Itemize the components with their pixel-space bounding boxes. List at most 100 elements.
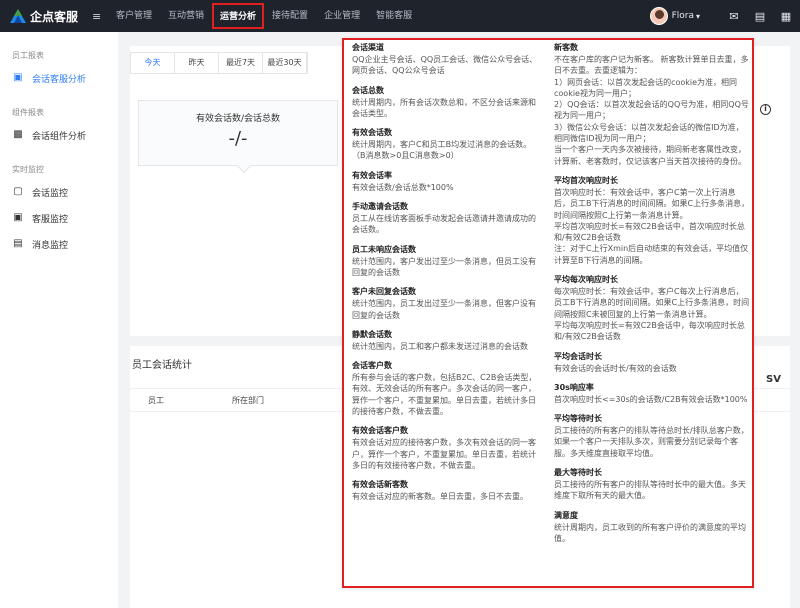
sidebar-item-agent-monitor[interactable]: ▣ 客服监控 [0, 205, 118, 231]
sidebar-group-staff-report: 员工报表 [12, 51, 44, 60]
definition-title: 平均会话时长 [554, 351, 602, 361]
message-icon: ▤ [13, 238, 23, 249]
column-header-department[interactable]: 所在部门 [232, 395, 264, 406]
sidebar-item-label: 会话监控 [32, 188, 69, 199]
definition-entry: 平均首次响应时长首次响应时长：有效会话中，客户C第一次上行消息后，员工B下行消息… [554, 175, 750, 266]
definition-text: 统计周期内，员工收到的所有客户评价的满意度的平均值。 [554, 522, 746, 543]
sidebar-item-label: 会话客服分析 [32, 74, 87, 85]
definitions-left-column: 会话渠道 QQ企业主号会话、QQ员工会话、微信公众号会话、网页会话、QQ公众号会话… [352, 42, 542, 511]
user-card-icon: ▣ [13, 212, 23, 223]
metric-pointer [236, 158, 252, 174]
sidebar-item-component-analysis[interactable]: ▩ 会话组件分析 [0, 122, 118, 148]
definition-entry: 平均每次响应时长 每次响应时长：有效会话中，客户C每次上行消息后，员工B下行消息的… [554, 274, 750, 342]
definition-text: 员工从在线访客面板手动发起会话邀请并邀请成功的会话数。 [352, 214, 536, 235]
definition-text: 员工接待的所有客户的排队等待时长中的最大值。多天维度下取所有天的最大值。 [554, 480, 746, 501]
definition-title: 30s响应率 [554, 382, 594, 392]
definition-title: 平均首次响应时长 [554, 175, 618, 185]
tab-last-30-days[interactable]: 最近30天 [263, 53, 307, 73]
definition-text: 首次响应时长：有效会话中，客户C第一次上行消息后，员工B下行消息的时间间隔。如果… [554, 187, 750, 265]
nav-smart-service[interactable]: 智能客服 [368, 0, 420, 32]
definition-entry: 会话总数 统计周期内，所有会话次数总和，不区分会话来源和会话类型。 [352, 85, 542, 120]
book-icon[interactable]: ▤ [754, 10, 766, 23]
definition-title: 有效会话客户数 [352, 426, 408, 436]
definition-entry: 平均会话时长有效会话的会话时长/有效的会话数 [554, 351, 750, 374]
section-title: 员工会话统计 [132, 360, 192, 371]
definition-title: 客户未回复会话数 [352, 287, 416, 297]
definition-title: 有效会话率 [352, 170, 392, 180]
logo-text: 企点客服 [30, 9, 79, 24]
metric-definitions-popover: 会话渠道 QQ企业主号会话、QQ员工会话、微信公众号会话、网页会话、QQ公众号会话… [342, 38, 754, 588]
definition-entry: 有效会话数统计周期内，客户C和员工B均发过消息的会话数。 （B消息数>0且C消息… [352, 127, 542, 162]
monitor-chart-icon: ▣ [13, 72, 23, 83]
component-icon: ▩ [13, 129, 23, 140]
nav-reception-config[interactable]: 接待配置 [264, 0, 316, 32]
definition-text: 首次响应时长<=30s的会话数/C2B有效会话数*100% [554, 394, 748, 404]
definition-title: 最大等待时长 [554, 468, 602, 478]
definition-text: 有效会话对应的新客数。单日去重，多日不去重。 [352, 492, 528, 502]
definition-text: 统计范围内，客户发出过至少一条消息，但员工没有回复的会话数 [352, 256, 536, 277]
definition-entry: 新客数不在客户库的客户记为新客。 新客数计算单日去重，多日不去重。去重逻辑为： … [554, 42, 750, 167]
avatar[interactable] [649, 7, 668, 25]
top-navigation-bar: 企点客服 ≡ 客户管理 互动营销 运营分析 接待配置 企业管理 智能客服 Flo… [0, 0, 800, 32]
nav-operation-analysis[interactable]: 运营分析 [212, 3, 265, 29]
nav-interactive-marketing[interactable]: 互动营销 [160, 0, 212, 32]
metric-value: -/- [228, 128, 248, 149]
definition-text: 有效会话对应的接待客户数，多次有效会话的同一客户，算作一个客户，不重复累加。单日… [352, 438, 536, 470]
sidebar-item-label: 客服监控 [32, 214, 69, 225]
definition-text: 所有参与会话的客户数，包括B2C、C2B会话类型，有效、无效会话的所有客户。多次… [352, 373, 537, 417]
sidebar-item-message-monitor[interactable]: ▤ 消息监控 [0, 231, 118, 257]
export-csv-button[interactable]: SV [766, 374, 781, 385]
sidebar-item-session-analysis[interactable]: ▣ 会话客服分析 [0, 65, 118, 91]
definition-text: 有效会话的会话时长/有效的会话数 [554, 363, 677, 373]
tab-today[interactable]: 今天 [131, 53, 175, 73]
sidebar-item-session-monitor[interactable]: ▢ 会话监控 [0, 179, 118, 205]
definition-entry: 平均等待时长 员工接待的所有客户的排队等待总时长/排队总客户数，如果一个客户一天排… [554, 413, 750, 459]
definition-entry: 静默会话数 统计范围内，员工和客户都未发送过消息的会话数 [352, 329, 542, 352]
definition-text: 每次响应时长：有效会话中，客户C每次上行消息后，员工B下行消息的时间间隔。如果C… [554, 287, 750, 342]
hamburger-menu-icon[interactable]: ≡ [92, 10, 108, 23]
metric-valid-sessions[interactable]: 有效会话数/会话总数 -/- [138, 100, 338, 174]
definition-text: 统计周期内，所有会话次数总和，不区分会话来源和会话类型。 [352, 97, 536, 118]
definition-entry: 最大等待时长员工接待的所有客户的排队等待时长中的最大值。多天维度下取所有天的最大… [554, 467, 750, 502]
definition-text: 有效会话数/会话总数*100% [352, 182, 454, 192]
definition-entry: 有效会话新客数有效会话对应的新客数。单日去重，多日不去重。 [352, 479, 542, 502]
definition-title: 会话渠道 [352, 43, 384, 52]
user-area: Flora ▾ ✉ ▤ ▦ [649, 0, 792, 32]
definition-entry: 员工未响应会话数 统计范围内，客户发出过至少一条消息，但员工没有回复的会话数 [352, 244, 542, 279]
definition-text: 统计范围内，员工和客户都未发送过消息的会话数 [352, 341, 528, 351]
mail-icon[interactable]: ✉ [728, 10, 740, 23]
metric-label: 有效会话数/会话总数 [195, 114, 281, 124]
date-range-tabs: 今天 昨天 最近7天 最近30天 [130, 52, 308, 74]
nav-customer-management[interactable]: 客户管理 [108, 0, 160, 32]
info-icon[interactable]: i [760, 104, 771, 115]
definition-entry: 有效会话客户数有效会话对应的接待客户数，多次有效会话的同一客户，算作一个客户，不… [352, 425, 542, 471]
definition-title: 会话客户数 [352, 361, 392, 371]
chevron-down-icon[interactable]: ▾ [696, 12, 700, 21]
definition-text: 统计周期内，客户C和员工B均发过消息的会话数。 （B消息数>0且C消息数>0） [352, 140, 532, 161]
definition-text: 统计范围内，员工发出过至少一条消息，但客户没有回复的会话数 [352, 299, 536, 320]
main-nav: 客户管理 互动营销 运营分析 接待配置 企业管理 智能客服 [108, 0, 420, 32]
logo-icon [10, 9, 26, 23]
nav-enterprise-management[interactable]: 企业管理 [316, 0, 368, 32]
definition-title: 有效会话新客数 [352, 480, 408, 490]
definition-title: 有效会话数 [352, 128, 392, 138]
definition-entry: 客户未回复会话数统计范围内，员工发出过至少一条消息，但客户没有回复的会话数 [352, 286, 542, 321]
definition-entry: 30s响应率首次响应时长<=30s的会话数/C2B有效会话数*100% [554, 382, 750, 405]
definition-title: 新客数 [554, 43, 578, 52]
definition-entry: 会话客户数所有参与会话的客户数，包括B2C、C2B会话类型，有效、无效会话的所有… [352, 360, 542, 417]
definition-text: 员工接待的所有客户的排队等待总时长/排队总客户数，如果一个客户一天排队多次，则需… [554, 426, 749, 458]
definition-entry: 有效会话率有效会话数/会话总数*100% [352, 170, 542, 193]
column-header-staff[interactable]: 员工 [148, 395, 232, 406]
definition-entry: 会话渠道 QQ企业主号会话、QQ员工会话、微信公众号会话、网页会话、QQ公众号会话 [352, 42, 542, 77]
definitions-right-column: 新客数不在客户库的客户记为新客。 新客数计算单日去重，多日不去重。去重逻辑为： … [554, 42, 750, 552]
definition-title: 手动邀请会话数 [352, 202, 408, 212]
definition-text: 不在客户库的客户记为新客。 新客数计算单日去重，多日不去重。去重逻辑为： 1）网… [554, 55, 749, 166]
sidebar-group-realtime-monitor: 实时监控 [12, 165, 44, 174]
app-logo[interactable]: 企点客服 [0, 8, 90, 25]
tab-yesterday[interactable]: 昨天 [175, 53, 219, 73]
definition-text: QQ企业主号会话、QQ员工会话、微信公众号会话、网页会话、QQ公众号会话 [352, 55, 538, 76]
user-name[interactable]: Flora [672, 11, 694, 21]
tab-last-7-days[interactable]: 最近7天 [219, 53, 263, 73]
grid-icon[interactable]: ▦ [780, 10, 792, 23]
monitor-icon: ▢ [13, 186, 23, 197]
